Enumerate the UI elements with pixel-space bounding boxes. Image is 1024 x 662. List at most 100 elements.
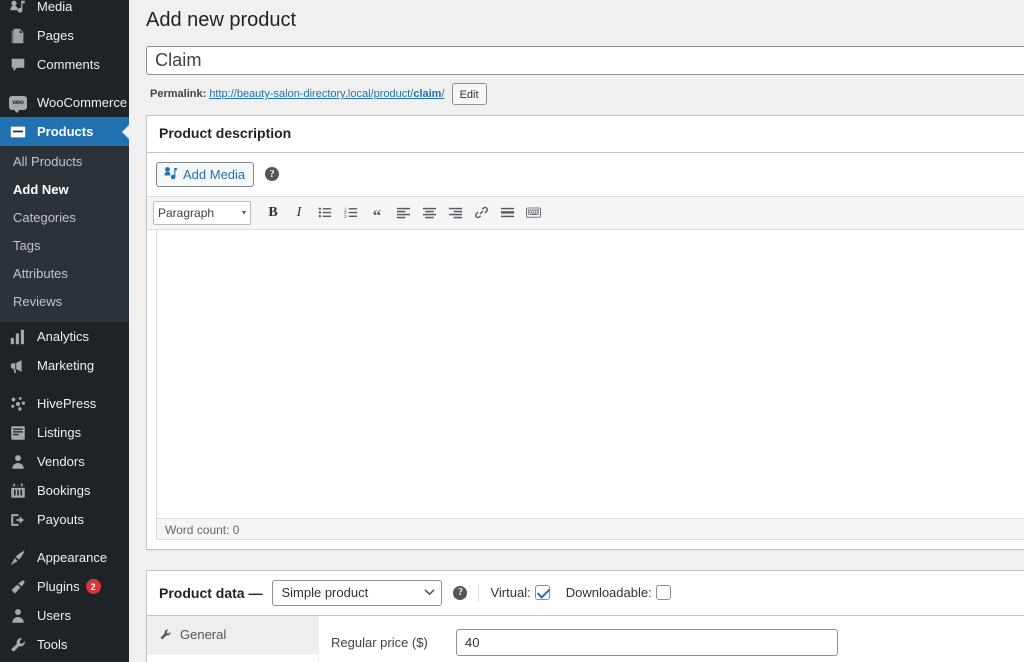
sidebar-item-listings[interactable]: Listings [0, 418, 129, 447]
submenu-item-all-products[interactable]: All Products [0, 148, 129, 176]
sidebar-item-comments[interactable]: Comments [0, 50, 129, 79]
menu-separator [0, 380, 129, 389]
vendors-icon [8, 452, 28, 472]
product-data-body: GeneralInventoryLinked Products Regular … [147, 615, 1024, 662]
sidebar-item-media[interactable]: Media [0, 0, 129, 21]
product-data-header: Product data — Simple product ? Virtual: [147, 570, 1024, 616]
add-media-button[interactable]: Add Media [156, 161, 255, 187]
bullet-list-icon[interactable] [313, 202, 337, 224]
plugins-icon [8, 577, 28, 597]
add-media-label: Add Media [183, 166, 246, 182]
wp-admin-screen: Media Pages Comments woo WooCommerce Products… [0, 0, 1024, 662]
permalink-row: Permalink: http://beauty-salon-directory… [146, 75, 1024, 115]
marketing-icon [8, 356, 28, 376]
align-left-icon[interactable] [391, 202, 415, 224]
bookings-icon [8, 481, 28, 501]
editor-help-icon[interactable]: ? [265, 167, 280, 182]
sidebar-item-label: Tools [37, 636, 68, 652]
regular-price-input[interactable]: 40 [456, 628, 838, 656]
sidebar-item-label: Users [37, 607, 71, 623]
product-data-box: Product data — Simple product ? Virtual: [146, 569, 1024, 662]
sidebar-item-analytics[interactable]: Analytics [0, 322, 129, 351]
pages-icon [8, 26, 28, 46]
products-submenu: All Products Add New Categories Tags Attribu… [0, 146, 129, 322]
title-field-wrapper [146, 46, 1024, 75]
media-buttons-bar: Add Media ? [147, 152, 1024, 196]
product-data-help-icon[interactable]: ? [453, 585, 468, 600]
virtual-label: Virtual: [490, 585, 531, 601]
sidebar-item-appearance[interactable]: Appearance [0, 543, 129, 572]
sidebar-item-label: Pages [37, 27, 74, 43]
sidebar-item-label: Plugins [37, 578, 80, 594]
woocommerce-icon: woo [8, 93, 28, 113]
bold-icon[interactable]: B [261, 202, 285, 224]
downloadable-checkbox[interactable] [655, 585, 671, 601]
link-icon[interactable] [469, 202, 493, 224]
paragraph-format-select[interactable]: Paragraph ▾ [153, 200, 251, 225]
permalink-prefix: http://beauty-salon-directory.local/prod… [209, 88, 414, 100]
hivepress-icon [8, 394, 28, 414]
svg-text:3: 3 [344, 214, 347, 219]
chevron-down-icon: ▾ [241, 208, 246, 218]
align-right-icon[interactable] [443, 202, 467, 224]
sidebar-item-pages[interactable]: Pages [0, 21, 129, 50]
sidebar-item-label: Marketing [37, 357, 95, 373]
sidebar-item-label: Payouts [37, 511, 84, 527]
editor-toolbar: Paragraph ▾ B I 1 2 3 “ [147, 195, 1024, 230]
sidebar-item-payouts[interactable]: Payouts [0, 505, 129, 534]
product-type-select[interactable]: Simple product [272, 579, 443, 606]
word-count-status: Word count: 0 [156, 517, 1024, 540]
sidebar-item-label: Listings [37, 424, 82, 440]
sidebar-item-plugins[interactable]: Plugins 2 [0, 572, 129, 601]
general-panel: Regular price ($)40Sale price ($) [319, 616, 1024, 662]
sidebar-item-vendors[interactable]: Vendors [0, 447, 129, 476]
users-icon [8, 606, 28, 626]
page-title: Add new product [146, 9, 297, 31]
blockquote-icon[interactable]: “ [365, 202, 389, 224]
admin-sidebar: Media Pages Comments woo WooCommerce Products… [0, 0, 129, 662]
product-title-input[interactable] [146, 46, 1024, 75]
align-center-icon[interactable] [417, 202, 441, 224]
permalink-suffix: / [441, 88, 445, 100]
edit-permalink-button[interactable]: Edit [451, 83, 487, 106]
italic-icon[interactable]: I [287, 202, 311, 224]
sidebar-item-label: WooCommerce [37, 94, 128, 110]
products-icon [8, 122, 28, 142]
submenu-item-categories[interactable]: Categories [0, 204, 129, 232]
sidebar-item-products[interactable]: Products [0, 117, 129, 146]
permalink-label: Permalink: [150, 88, 207, 100]
submenu-item-add-new[interactable]: Add New [0, 176, 129, 204]
sidebar-item-tools[interactable]: Tools [0, 630, 129, 659]
product-description-editor[interactable] [156, 229, 1024, 518]
sidebar-item-label: Media [37, 0, 73, 14]
payouts-icon [8, 510, 28, 530]
add-media-icon [163, 165, 178, 183]
submenu-item-reviews[interactable]: Reviews [0, 288, 129, 316]
sidebar-item-hivepress[interactable]: HivePress [0, 389, 129, 418]
permalink-slug: claim [413, 88, 442, 100]
paragraph-format-value: Paragraph [158, 205, 215, 220]
sidebar-item-woocommerce[interactable]: woo WooCommerce [0, 88, 129, 117]
listings-icon [8, 423, 28, 443]
submenu-item-tags[interactable]: Tags [0, 232, 129, 260]
sidebar-item-users[interactable]: Users [0, 601, 129, 630]
sidebar-item-label: Appearance [37, 549, 108, 565]
numbered-list-icon[interactable]: 1 2 3 [339, 202, 363, 224]
divider [478, 583, 480, 602]
product-type-value: Simple product [281, 585, 369, 601]
virtual-checkbox[interactable] [534, 585, 550, 601]
product-data-tab-inventory[interactable]: Inventory [147, 655, 318, 662]
product-data-tab-general[interactable]: General [147, 615, 318, 655]
form-row: Regular price ($) 40 [331, 628, 1024, 656]
menu-separator [0, 534, 129, 543]
keyboard-shortcuts-icon[interactable] [521, 202, 545, 224]
read-more-icon[interactable] [495, 202, 519, 224]
product-description-heading: Product description [159, 125, 292, 141]
plugins-update-badge: 2 [85, 579, 101, 594]
sidebar-item-bookings[interactable]: Bookings [0, 476, 129, 505]
submenu-item-attributes[interactable]: Attributes [0, 260, 129, 288]
sidebar-item-marketing[interactable]: Marketing [0, 351, 129, 380]
product-data-tab-label: General [180, 626, 227, 642]
product-description-header: Product description [147, 116, 1024, 153]
permalink-link[interactable]: http://beauty-salon-directory.local/prod… [209, 88, 444, 100]
